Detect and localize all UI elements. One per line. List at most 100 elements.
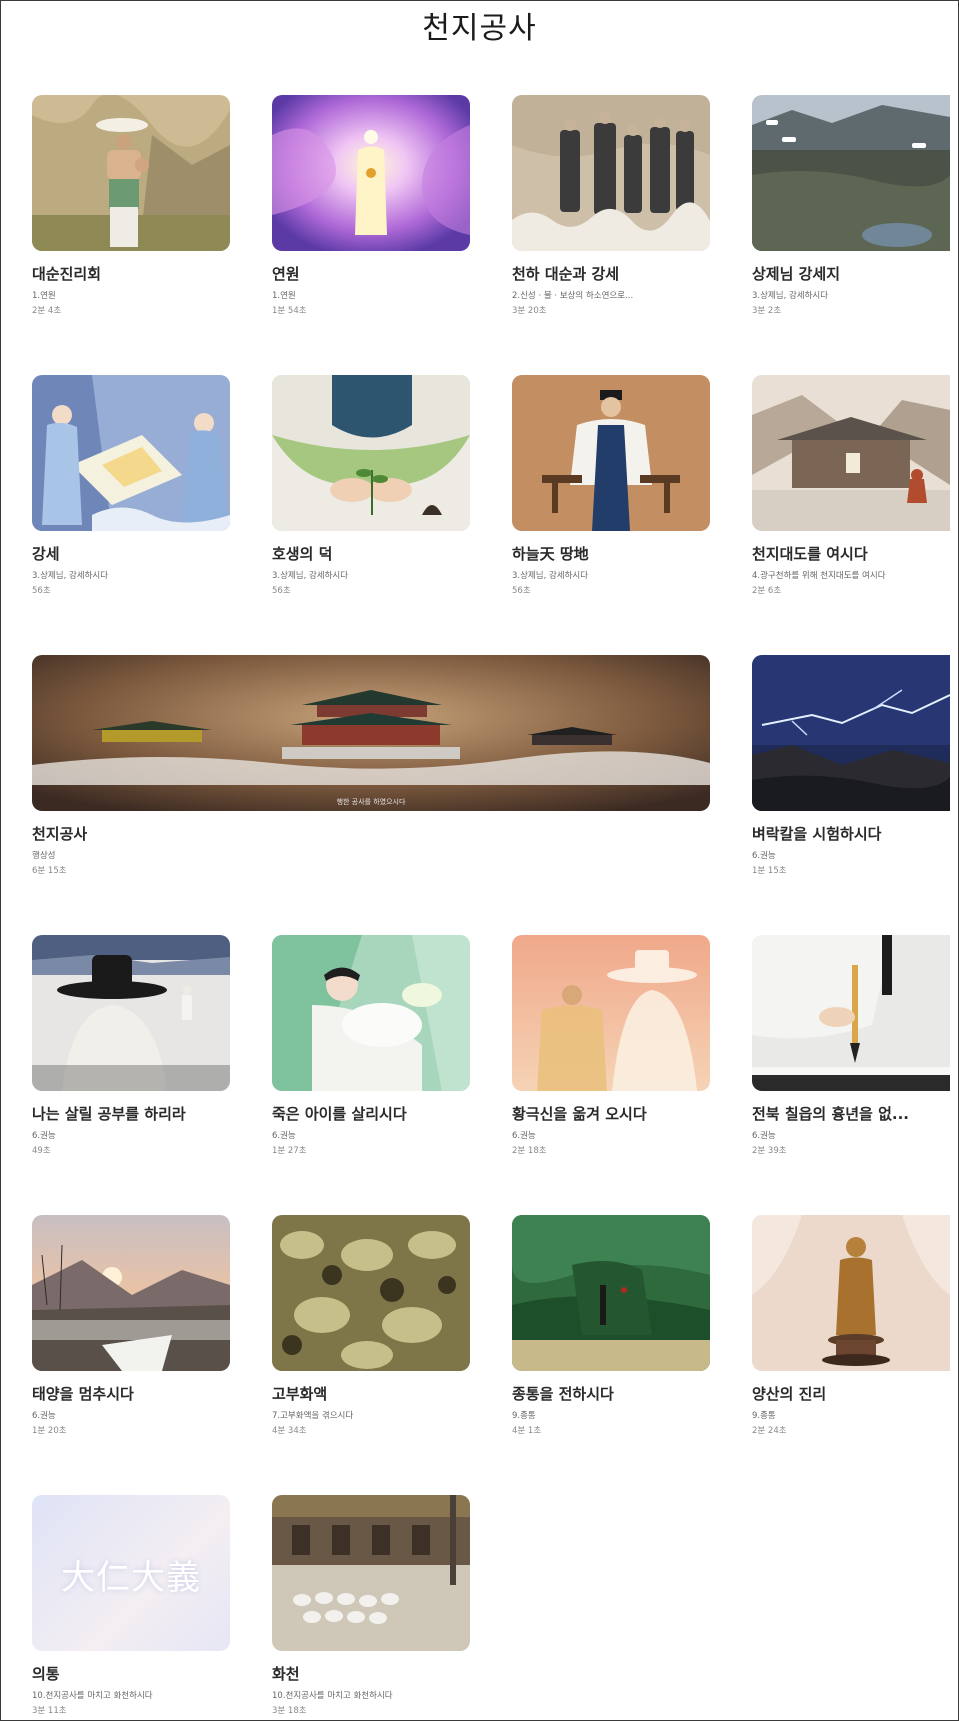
video-title[interactable]: 화천 [272,1663,470,1684]
video-title[interactable]: 강세 [32,543,230,564]
courtyard-mourners-thumbnail[interactable] [272,1495,470,1651]
video-chapter: 3.상제님, 강세하시다 [752,291,829,301]
crowd-scene-thumbnail[interactable] [272,1215,470,1371]
video-card-jongtong[interactable]: 종통을 전하시다 9.종통 4분 1초 [512,1215,710,1436]
woman-holding-child-thumbnail[interactable] [272,935,470,1091]
video-chapter: 9.종통 [512,1411,536,1421]
video-title[interactable]: 의통 [32,1663,230,1684]
video-chapter: 6.권능 [32,1131,56,1141]
seated-figure-thumbnail[interactable] [512,375,710,531]
video-title[interactable]: 상제님 강세지 [752,263,950,284]
video-chapter: 1.연원 [32,291,56,301]
video-card-hwacheon[interactable]: 화천 10.천지공사를 마치고 화천하시다 3분 18초 [272,1495,470,1716]
video-title[interactable]: 양산의 진리 [752,1383,950,1404]
calligraphy-thumbnail[interactable]: 大仁大義 [32,1495,230,1651]
video-title[interactable]: 대순진리회 [32,263,230,284]
video-chapter: 6.권능 [752,1131,776,1141]
video-duration: 1분 20초 [32,1426,67,1436]
video-duration: 49초 [32,1146,51,1156]
video-title[interactable]: 연원 [272,263,470,284]
video-duration: 2분 24초 [752,1426,787,1436]
video-duration: 56초 [272,586,291,596]
video-card-yangsan[interactable]: 양산의 진리 9.종통 2분 24초 [752,1215,950,1436]
officials-on-clouds-thumbnail[interactable] [512,95,710,251]
video-card-cheonjigongsa[interactable]: 행한 공사를 하였으시다 천지공사 행상성 6분 15초 [32,655,710,876]
video-card-gangseji[interactable]: 상제님 강세지 3.상제님, 강세하시다 3분 2초 [752,95,950,316]
video-card-cheonjidaedo[interactable]: 천지대도를 여시다 4.광구천하를 위해 천지대도를 여시다 2분 6초 [752,375,950,596]
video-duration: 1분 15초 [752,866,787,876]
mountain-house-thumbnail[interactable] [752,375,950,531]
video-title[interactable]: 천지공사 [32,823,710,844]
video-card-byeorakkal[interactable]: 벼락칼을 시험하시다 6.권능 1분 15초 [752,655,950,876]
video-chapter: 2.신성 · 불 · 보상의 하소연으로... [512,291,634,301]
video-title[interactable]: 호생의 덕 [272,543,470,564]
hands-with-plant-thumbnail[interactable] [272,375,470,531]
video-title[interactable]: 종통을 전하시다 [512,1383,710,1404]
emperor-silhouette-thumbnail[interactable] [512,935,710,1091]
video-card-salril-gongbu[interactable]: 나는 살릴 공부를 하리라 6.권능 49초 [32,935,230,1156]
heavenly-maidens-thumbnail[interactable] [32,375,230,531]
video-card-gobu[interactable]: 고부화액 7.고부화액을 겪으시다 4분 34초 [272,1215,470,1436]
video-chapter: 10.천지공사를 마치고 화천하시다 [32,1691,153,1701]
video-chapter: 3.상제님, 강세하시다 [32,571,109,581]
video-duration: 3분 20초 [512,306,547,316]
video-card-daesoon[interactable]: 대순진리회 1.연원 2분 4초 [32,95,230,316]
video-title[interactable]: 황극신을 옮겨 오시다 [512,1103,710,1124]
video-title[interactable]: 벼락칼을 시험하시다 [752,823,950,844]
video-duration: 2분 6초 [752,586,782,596]
video-chapter: 3.상제님, 강세하시다 [512,571,589,581]
video-title[interactable]: 천지대도를 여시다 [752,543,950,564]
video-duration: 3분 18초 [272,1706,307,1716]
video-duration: 3분 2초 [752,306,782,316]
page-frame: 천지공사 대순진리회 1.연원 2분 4초 연원 1.연원 1분 54초 천하 … [0,0,959,1721]
video-title[interactable]: 고부화액 [272,1383,470,1404]
village-aerial-thumbnail[interactable] [752,95,950,251]
video-title[interactable]: 하늘天 땅地 [512,543,710,564]
video-duration: 2분 4초 [32,306,62,316]
video-chapter: 9.종통 [752,1411,776,1421]
woman-carrying-basket-thumbnail[interactable] [32,95,230,251]
video-card-jeonbuk[interactable]: 전북 칠읍의 흉년을 없... 6.권능 2분 39초 [752,935,950,1156]
video-chapter: 행상성 [32,851,56,861]
green-cloth-thumbnail[interactable] [512,1215,710,1371]
video-card-cheonha[interactable]: 천하 대순과 강세 2.신성 · 불 · 보상의 하소연으로... 3분 20초 [512,95,710,316]
winter-sunset-thumbnail[interactable] [32,1215,230,1371]
video-duration: 4분 34초 [272,1426,307,1436]
video-card-hwanggeuksin[interactable]: 황극신을 옮겨 오시다 6.권능 2분 18초 [512,935,710,1156]
video-card-taeyang[interactable]: 태양을 멈추시다 6.권능 1분 20초 [32,1215,230,1436]
video-overlay-caption: 행한 공사를 하였으시다 [336,798,406,806]
video-duration: 1분 27초 [272,1146,307,1156]
video-chapter: 7.고부화액을 겪으시다 [272,1411,354,1421]
glowing-figure-thumbnail[interactable] [272,95,470,251]
lightning-storm-thumbnail[interactable] [752,655,950,811]
golden-statue-thumbnail[interactable] [752,1215,950,1371]
video-chapter: 10.천지공사를 마치고 화천하시다 [272,1691,393,1701]
video-chapter: 1.연원 [272,291,296,301]
video-title[interactable]: 태양을 멈추시다 [32,1383,230,1404]
calligraphy-text: 大仁大義 [61,1558,201,1598]
video-card-jugeun-ai[interactable]: 죽은 아이를 살리시다 6.권능 1분 27초 [272,935,470,1156]
video-title[interactable]: 죽은 아이를 살리시다 [272,1103,470,1124]
video-duration: 56초 [512,586,531,596]
video-chapter: 4.광구천하를 위해 천지대도를 여시다 [752,571,886,581]
brush-writing-thumbnail[interactable] [752,935,950,1091]
video-card-hosaeng[interactable]: 호생의 덕 3.상제님, 강세하시다 56초 [272,375,470,596]
video-card-yeonwon[interactable]: 연원 1.연원 1분 54초 [272,95,470,316]
video-card-haneul[interactable]: 하늘天 땅地 3.상제님, 강세하시다 56초 [512,375,710,596]
video-title[interactable]: 나는 살릴 공부를 하리라 [32,1103,230,1124]
video-duration: 56초 [32,586,51,596]
video-chapter: 3.상제님, 강세하시다 [272,571,349,581]
page-title: 천지공사 [422,11,537,46]
video-duration: 2분 39초 [752,1146,787,1156]
video-chapter: 6.권능 [512,1131,536,1141]
video-duration: 6분 15초 [32,866,67,876]
man-with-gat-thumbnail[interactable] [32,935,230,1091]
video-card-gangse[interactable]: 강세 3.상제님, 강세하시다 56초 [32,375,230,596]
palace-in-clouds-thumbnail[interactable]: 행한 공사를 하였으시다 [32,655,710,811]
video-title[interactable]: 천하 대순과 강세 [512,263,710,284]
video-duration: 3분 11초 [32,1706,67,1716]
video-chapter: 6.권능 [752,851,776,861]
video-card-uitong[interactable]: 大仁大義 의통 10.천지공사를 마치고 화천하시다 3분 11초 [32,1495,230,1716]
video-title[interactable]: 전북 칠읍의 흉년을 없... [752,1103,950,1124]
video-duration: 2분 18초 [512,1146,547,1156]
